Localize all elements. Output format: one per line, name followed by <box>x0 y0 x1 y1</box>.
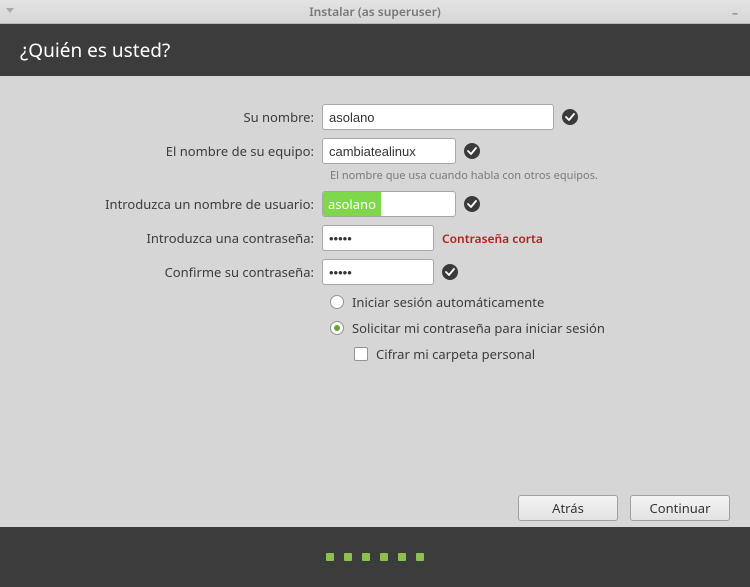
progress-dot <box>416 553 424 561</box>
hostname-label: El nombre de su equipo: <box>0 142 322 160</box>
password-label: Introduzca una contraseña: <box>0 229 322 247</box>
check-icon <box>562 109 578 125</box>
minimize-button[interactable]: – <box>728 4 742 18</box>
username-label: Introduzca un nombre de usuario: <box>0 195 322 213</box>
encrypt-home-option[interactable]: Cifrar mi carpeta personal <box>330 345 750 363</box>
username-input[interactable] <box>322 191 456 217</box>
progress-dot <box>380 553 388 561</box>
auto-login-option[interactable]: Iniciar sesión automáticamente <box>330 293 750 311</box>
encrypt-home-label: Cifrar mi carpeta personal <box>376 345 535 363</box>
name-label: Su nombre: <box>0 108 322 126</box>
checkbox-icon[interactable] <box>354 347 368 361</box>
page-title: ¿Quién es usted? <box>20 37 170 63</box>
progress-footer <box>0 527 750 587</box>
check-icon <box>442 264 458 280</box>
button-bar: Atrás Continuar <box>518 495 730 521</box>
login-options: Iniciar sesión automáticamente Solicitar… <box>330 293 750 363</box>
confirm-password-input[interactable] <box>322 259 434 285</box>
progress-dot <box>362 553 370 561</box>
window-title: Instalar (as superuser) <box>0 3 750 20</box>
password-input[interactable] <box>322 225 434 251</box>
require-password-label: Solicitar mi contraseña para iniciar ses… <box>352 319 605 337</box>
password-warning: Contraseña corta <box>442 230 543 247</box>
form-area: Su nombre: El nombre de su equipo: El no… <box>0 76 750 521</box>
check-icon <box>464 196 480 212</box>
progress-dot <box>398 553 406 561</box>
name-input[interactable] <box>322 104 554 130</box>
back-button[interactable]: Atrás <box>518 495 618 521</box>
page-header: ¿Quién es usted? <box>0 24 750 76</box>
continue-button[interactable]: Continuar <box>630 495 730 521</box>
titlebar: Instalar (as superuser) – <box>0 0 750 24</box>
confirm-label: Confirme su contraseña: <box>0 263 322 281</box>
check-icon <box>464 143 480 159</box>
hostname-input[interactable] <box>322 138 456 164</box>
progress-dot <box>344 553 352 561</box>
require-password-option[interactable]: Solicitar mi contraseña para iniciar ses… <box>330 319 750 337</box>
auto-login-label: Iniciar sesión automáticamente <box>352 293 544 311</box>
radio-icon[interactable] <box>330 295 344 309</box>
hostname-hint: El nombre que usa cuando habla con otros… <box>330 168 750 183</box>
progress-dot <box>326 553 334 561</box>
window-menu-icon[interactable] <box>6 8 14 13</box>
radio-icon[interactable] <box>330 321 344 335</box>
